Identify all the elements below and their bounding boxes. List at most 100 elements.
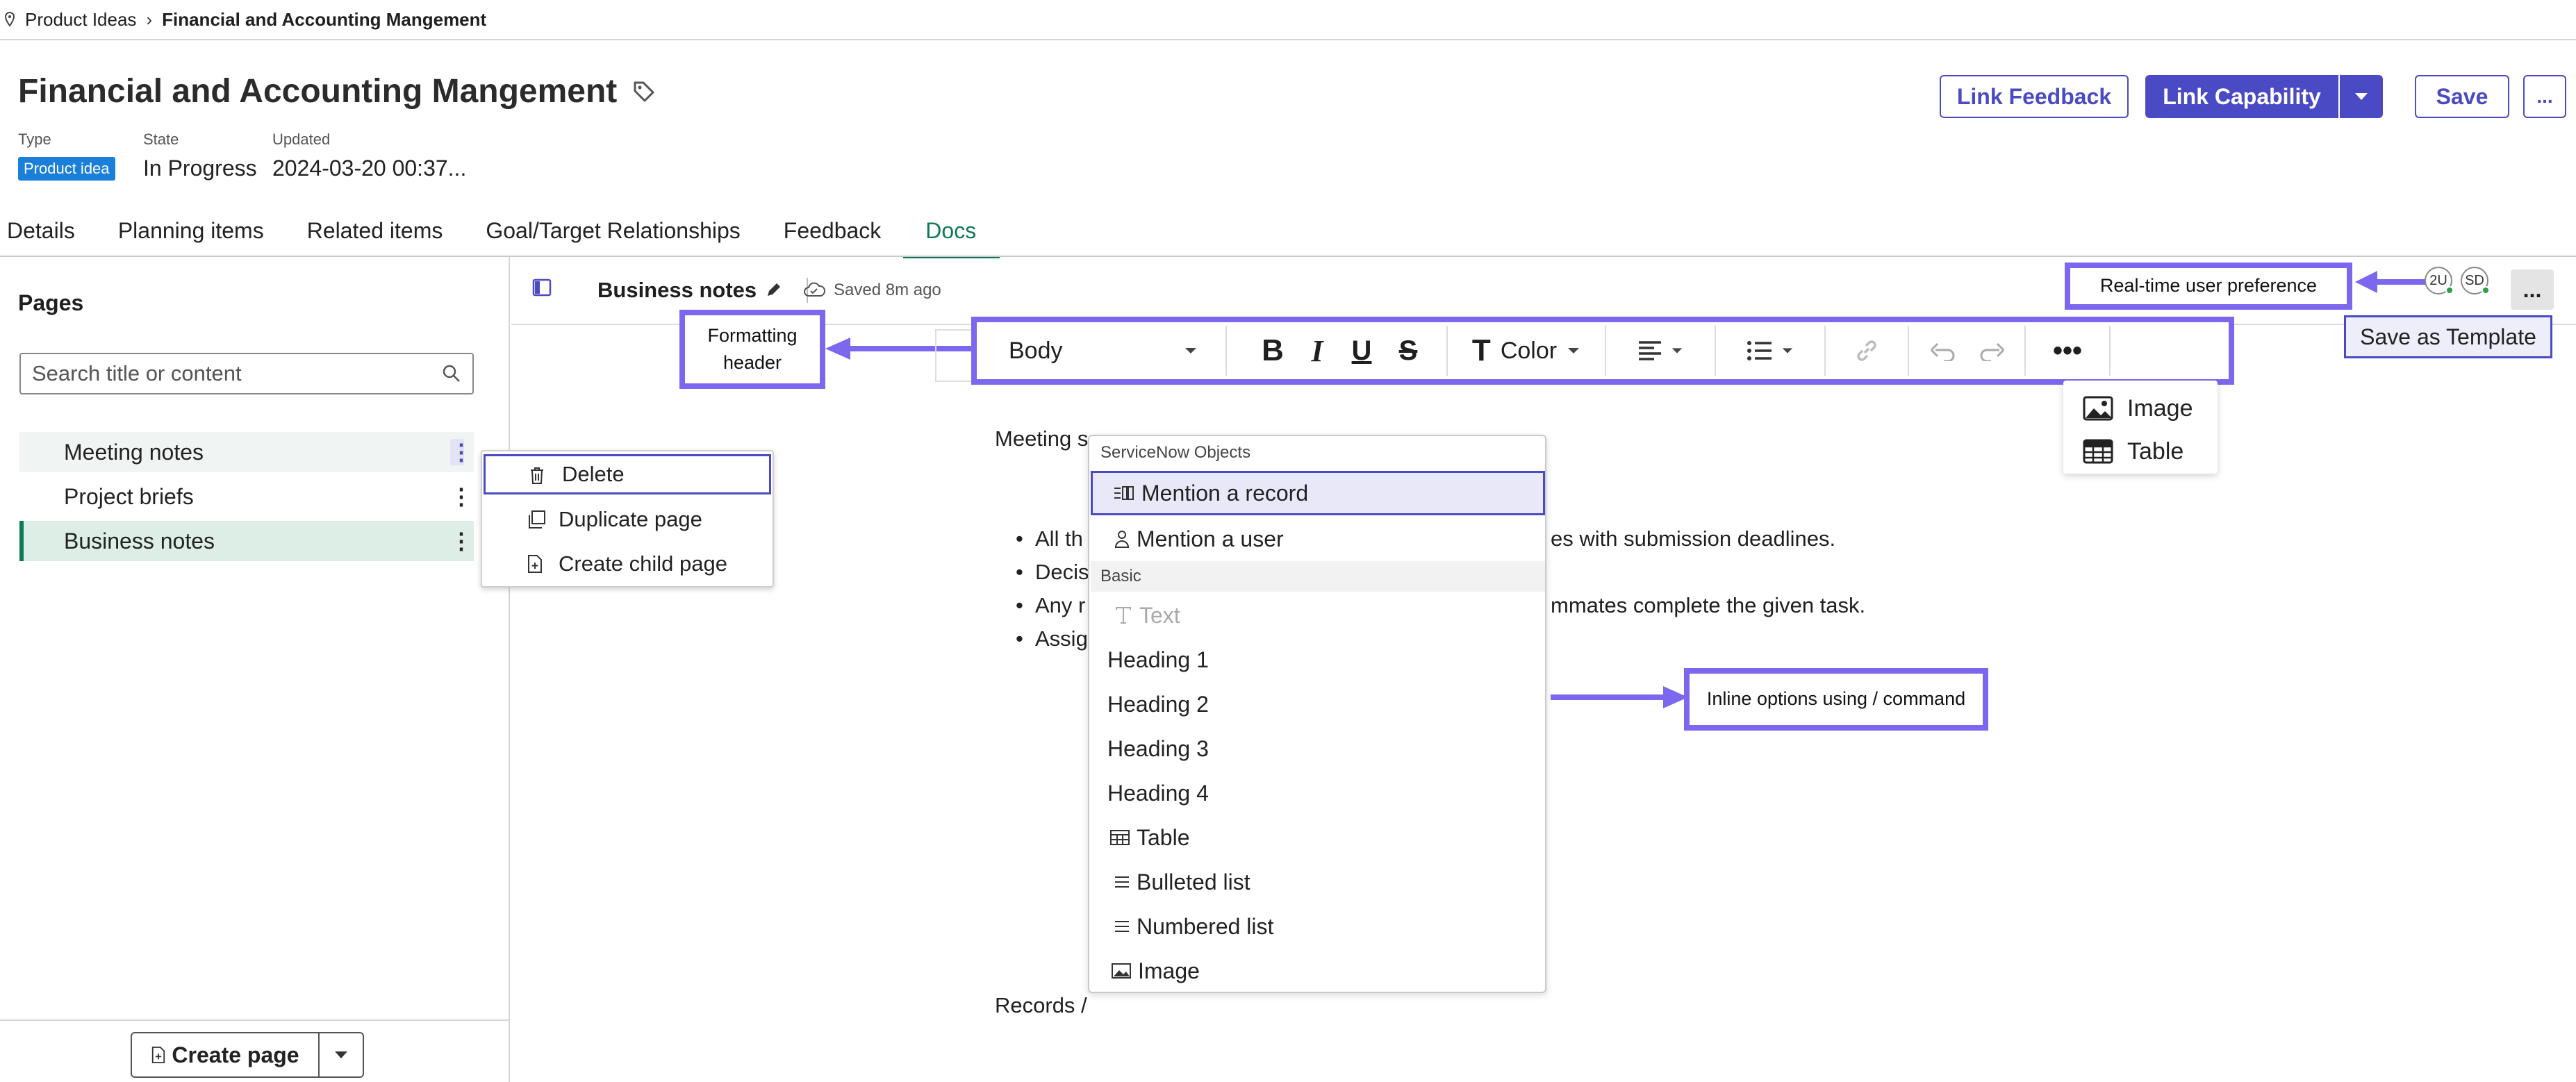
save-button[interactable]: Save (2415, 75, 2509, 118)
tag-icon[interactable] (632, 80, 656, 103)
meta-type-label: Type (18, 131, 51, 148)
strikethrough-button[interactable]: S (1384, 323, 1433, 378)
avatar-2u[interactable]: 2U (2425, 267, 2454, 294)
insert-image-label: Image (2127, 394, 2193, 422)
online-dot (2482, 286, 2490, 294)
bold-icon: B (1262, 333, 1284, 367)
slash-item-bulleted-list[interactable]: Bulleted list (1091, 860, 1545, 904)
insert-table-label: Table (2127, 438, 2184, 465)
slash-item-mention-user[interactable]: Mention a user (1091, 517, 1545, 561)
insert-table-item[interactable]: Table (2083, 431, 2183, 472)
bullet-text: All th (1035, 526, 1083, 551)
doc-bullet-item: Assig (1013, 622, 1089, 656)
editor-more-button[interactable]: ... (2511, 269, 2554, 310)
slash-item-label: Table (1137, 824, 1190, 850)
text-style-value: Body (1009, 337, 1063, 364)
tab-related-items[interactable]: Related items (286, 208, 465, 258)
doc-meeting-line[interactable]: Meeting s (995, 426, 1088, 451)
tab-docs[interactable]: Docs (903, 208, 1000, 258)
tab-details[interactable]: Details (0, 208, 97, 258)
slash-item-numbered-list[interactable]: Numbered list (1091, 904, 1545, 949)
slash-item-heading-3[interactable]: Heading 3 (1091, 726, 1545, 771)
formatting-header-text: Formatting header (707, 324, 798, 373)
sidebar-toggle-icon[interactable] (532, 278, 552, 297)
slash-item-heading-4[interactable]: Heading 4 (1091, 771, 1545, 815)
toolbar-edge (935, 329, 973, 382)
caret-down-icon (1184, 347, 1198, 355)
link-capability-button[interactable]: Link Capability (2145, 75, 2338, 118)
saved-status-text: Saved 8m ago (834, 281, 941, 299)
undo-button[interactable] (1917, 323, 1967, 378)
link-icon (1853, 337, 1881, 365)
formatting-toolbar: Body B I U S T Color ••• (971, 317, 2234, 385)
pencil-icon[interactable] (765, 282, 782, 299)
link-button[interactable] (1826, 323, 1908, 378)
image-icon (1112, 963, 1131, 979)
underline-button[interactable]: U (1339, 323, 1384, 378)
create-child-label: Create child page (559, 551, 727, 576)
color-dropdown[interactable]: T Color (1448, 323, 1605, 378)
meta-updated-value: 2024-03-20 00:37... (272, 156, 467, 181)
kebab-icon[interactable]: ⋮ (450, 439, 472, 465)
online-dot (2445, 286, 2454, 294)
annotation-arrow-left-icon (2352, 269, 2436, 294)
create-child-page-menu-item[interactable]: Create child page (482, 543, 773, 585)
doc-title: Business notes (597, 278, 809, 303)
tab-feedback[interactable]: Feedback (763, 208, 904, 258)
slash-item-mention-record[interactable]: Mention a record (1091, 471, 1545, 515)
slash-item-label: Mention a record (1141, 480, 1309, 506)
link-capability-dropdown[interactable] (2340, 75, 2383, 118)
breadcrumb-parent-link[interactable]: Product Ideas (25, 9, 136, 31)
bold-button[interactable]: B (1250, 323, 1295, 378)
color-label: Color (1500, 337, 1558, 364)
page-item-project-briefs[interactable]: Project briefs ⋮ (19, 476, 474, 517)
duplicate-label: Duplicate page (559, 507, 702, 531)
page-item-label: Meeting notes (64, 439, 204, 465)
page-item-business-notes[interactable]: Business notes ⋮ (19, 521, 474, 561)
slash-item-heading-2[interactable]: Heading 2 (1091, 682, 1545, 726)
text-style-dropdown[interactable]: Body (977, 338, 1225, 365)
tab-planning-items[interactable]: Planning items (97, 208, 286, 258)
sidebar-bottom-divider (0, 1019, 510, 1021)
doc-records-line[interactable]: Records / (995, 993, 1087, 1018)
slash-item-heading-1[interactable]: Heading 1 (1091, 638, 1545, 682)
duplicate-page-menu-item[interactable]: Duplicate page (482, 499, 773, 540)
doc-bullet-item: All th (1013, 522, 1089, 556)
type-badge: Product idea (18, 157, 115, 181)
create-page-dropdown[interactable] (320, 1033, 363, 1076)
cloud-icon (803, 282, 825, 299)
tab-goal-target[interactable]: Goal/Target Relationships (465, 208, 762, 258)
list-dropdown[interactable] (1716, 323, 1824, 378)
avatar-sd[interactable]: SD (2461, 267, 2490, 294)
kebab-icon[interactable]: ⋮ (450, 483, 472, 510)
header-more-button[interactable]: ... (2523, 75, 2566, 118)
create-page-label: Create page (172, 1042, 299, 1067)
page-item-meeting-notes[interactable]: Meeting notes ⋮ (19, 432, 474, 472)
align-left-icon (1637, 340, 1662, 361)
slash-item-label: Numbered list (1137, 913, 1274, 939)
numbered-list-icon (1114, 919, 1130, 933)
delete-menu-item[interactable]: Delete (484, 454, 771, 494)
create-page-button[interactable]: Create page (132, 1033, 320, 1076)
slash-item-image[interactable]: Image (1091, 949, 1545, 993)
align-dropdown[interactable] (1606, 323, 1715, 378)
undo-icon (1929, 340, 1956, 361)
italic-button[interactable]: I (1295, 323, 1339, 378)
slash-group-servicenow: ServiceNow Objects (1091, 438, 1545, 468)
slash-item-text[interactable]: Text (1091, 593, 1545, 638)
pages-heading: Pages (18, 290, 84, 315)
toolbar-separator (2109, 326, 2111, 376)
toolbar-more-button[interactable]: ••• (2026, 323, 2109, 378)
slash-item-table[interactable]: Table (1091, 815, 1545, 860)
slash-item-label: Mention a user (1137, 526, 1284, 551)
save-as-template-button[interactable]: Save as Template (2344, 315, 2552, 358)
bulleted-list-icon (1747, 340, 1773, 361)
kebab-icon[interactable]: ⋮ (450, 528, 472, 554)
formatting-header-annotation: Formatting header (679, 310, 825, 389)
insert-image-item[interactable]: Image (2083, 388, 2193, 429)
doc-bullet-list[interactable]: All th Decis Any r Assig (1013, 522, 1089, 656)
bullet-text: Any r (1035, 593, 1086, 617)
link-feedback-button[interactable]: Link Feedback (1940, 75, 2129, 118)
redo-button[interactable] (1967, 323, 2017, 378)
search-input[interactable]: Search title or content (19, 353, 474, 394)
